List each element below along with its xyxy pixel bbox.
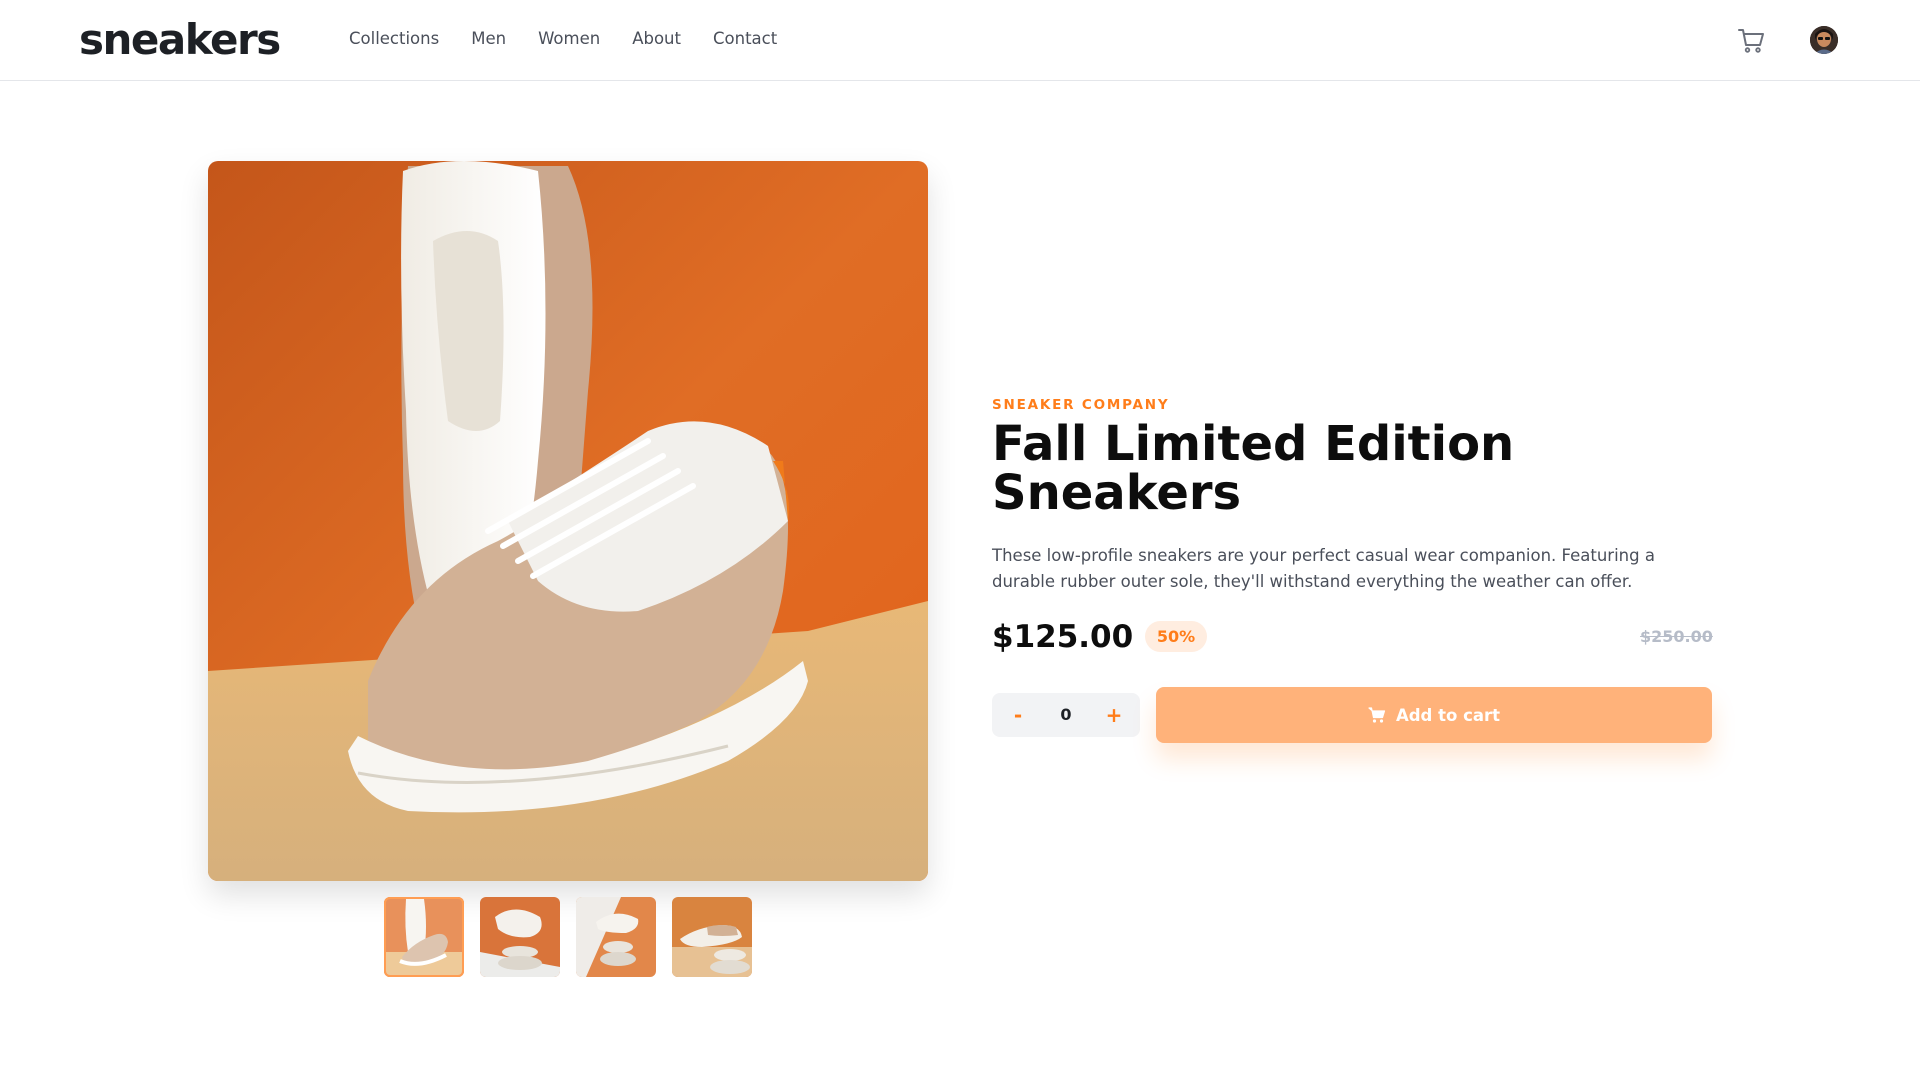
avatar[interactable] [1810,26,1838,54]
nav-women[interactable]: Women [538,28,600,50]
brand-logo[interactable]: sneakers [79,14,281,66]
thumbnail-1-image [384,897,464,977]
cart-button[interactable] [1736,25,1766,55]
product-title-line-2: Sneakers [992,465,1242,521]
product-title: Fall Limited Edition Sneakers [992,420,1592,518]
thumbnail-4[interactable] [672,897,752,977]
thumbnail-3[interactable] [576,897,656,977]
thumbnail-strip [384,897,752,977]
current-price: $125.00 [992,619,1134,655]
thumbnail-4-image [672,897,752,977]
nav-men[interactable]: Men [471,28,506,50]
add-to-cart-label: Add to cart [1395,705,1501,725]
nav-contact[interactable]: Contact [713,28,777,50]
thumbnail-3-image [576,897,656,977]
company-label: SNEAKER COMPANY [992,397,1170,413]
sneaker-product-photo [208,161,928,881]
thumbnail-2[interactable] [480,897,560,977]
thumbnail-2-image [480,897,560,977]
quantity-value: 0 [1060,705,1072,724]
product-title-line-1: Fall Limited Edition [992,416,1515,472]
quantity-stepper: - 0 + [992,693,1140,737]
cart-icon [1368,707,1386,723]
main-nav: Collections Men Women About Contact [349,28,809,50]
thumbnail-1[interactable] [384,897,464,977]
cart-icon [1738,29,1764,53]
avatar-image [1810,26,1838,54]
increase-quantity-button[interactable]: + [1092,693,1136,737]
product-description: These low-profile sneakers are your perf… [992,546,1655,591]
main-product-image[interactable] [208,161,928,881]
decrease-quantity-button[interactable]: - [996,693,1040,737]
nav-collections[interactable]: Collections [349,28,439,50]
discount-badge: 50% [1145,621,1207,652]
add-to-cart-button[interactable]: Add to cart [1156,687,1712,743]
site-header: sneakers Collections Men Women About Con… [0,0,1920,81]
original-price: $250.00 [1640,627,1713,646]
nav-about[interactable]: About [632,28,681,50]
